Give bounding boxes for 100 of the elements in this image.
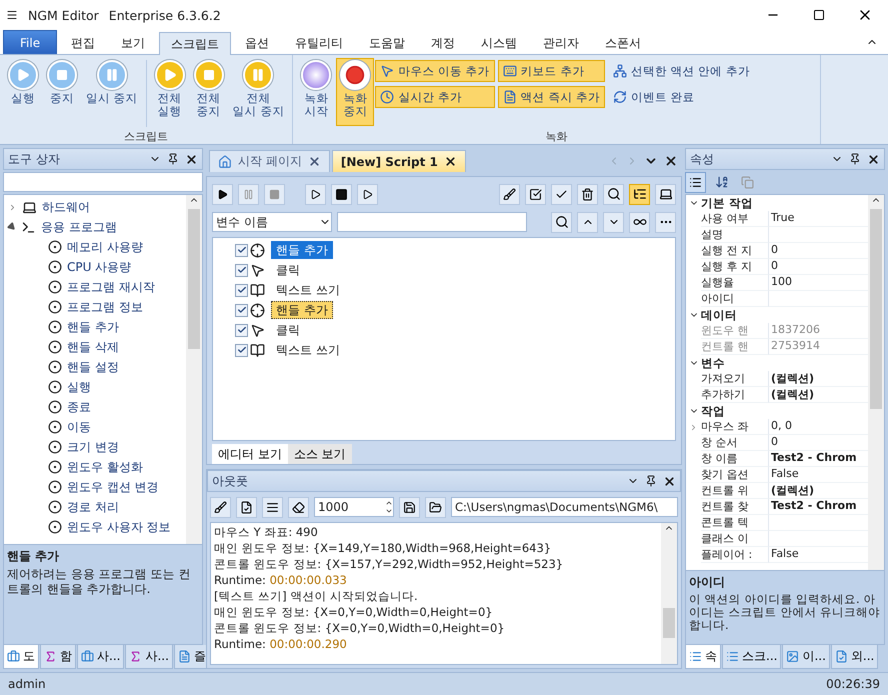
loop-button[interactable] xyxy=(629,212,650,232)
panel-tab[interactable]: 함 xyxy=(40,645,76,669)
pin-icon[interactable] xyxy=(849,153,861,165)
checkbox[interactable] xyxy=(235,304,248,316)
tree-item[interactable]: 이동 xyxy=(4,417,186,437)
ribbon-tab[interactable]: 계정 xyxy=(419,31,468,54)
ribbon-button[interactable]: 일시 중지 xyxy=(82,58,142,126)
search-field[interactable] xyxy=(337,212,527,232)
tree-item[interactable]: 윈도우 캡션 변경 xyxy=(4,477,186,497)
ribbon-button[interactable]: 선택한 액션 안에 추가 xyxy=(608,60,755,82)
ribbon-button[interactable]: 녹화 시작 xyxy=(297,58,336,126)
path-field[interactable]: C:\Users\ngmas\Documents\NGM6\ xyxy=(451,497,678,517)
tree-item[interactable]: 종료 xyxy=(4,397,186,417)
tree-item[interactable]: 실행 xyxy=(4,377,186,397)
run-button[interactable] xyxy=(212,184,233,204)
action-item[interactable]: 텍스트 쓰기 xyxy=(271,281,345,299)
document-tab[interactable]: [New] Script 1 xyxy=(332,150,466,172)
panel-tab[interactable]: 도 xyxy=(3,645,39,669)
scroll-thumb[interactable] xyxy=(663,608,675,638)
laptop-button[interactable] xyxy=(655,184,676,204)
ribbon-button[interactable]: 액션 즉시 추가 xyxy=(498,86,605,108)
ribbon-tab[interactable]: 편집 xyxy=(59,31,108,54)
line-count-field[interactable]: 1000 xyxy=(314,497,394,517)
close-icon[interactable] xyxy=(663,474,676,488)
checkbox[interactable] xyxy=(235,264,248,276)
ribbon-button[interactable]: 마우스 이동 추가 xyxy=(375,60,495,82)
tree-item[interactable]: 크기 변경 xyxy=(4,437,186,457)
view-tab[interactable]: 소스 보기 xyxy=(288,444,352,464)
tree-item[interactable]: 프로그램 재시작 xyxy=(4,277,186,297)
pin-icon[interactable] xyxy=(167,153,179,165)
action-item[interactable]: 핸들 추가 xyxy=(271,301,333,319)
tree-item[interactable]: 핸들 추가 xyxy=(4,317,186,337)
file-menu[interactable]: File xyxy=(3,30,58,54)
run-from-button[interactable] xyxy=(357,184,378,204)
ribbon-button[interactable]: 전체 실행 xyxy=(150,58,189,126)
action-item[interactable]: 텍스트 쓰기 xyxy=(271,341,345,359)
scroll-thumb[interactable] xyxy=(188,209,200,349)
check-button[interactable] xyxy=(525,184,546,204)
tree-item[interactable]: 윈도우 활성화 xyxy=(4,457,186,477)
variable-dropdown[interactable]: 변수 이름 xyxy=(212,212,332,232)
panel-tab[interactable]: 스크... xyxy=(722,645,782,669)
scrollbar[interactable] xyxy=(868,195,884,570)
ribbon-button[interactable]: 중지 xyxy=(43,58,81,126)
tree-item[interactable]: CPU 사용량 xyxy=(4,257,186,277)
ribbon-tab[interactable]: 옵션 xyxy=(233,31,282,54)
clear-button[interactable] xyxy=(210,496,231,518)
ribbon-button[interactable]: 전체 일시 중지 xyxy=(228,58,288,126)
pin-icon[interactable] xyxy=(645,475,657,487)
ribbon-tab[interactable]: 보기 xyxy=(109,31,158,54)
tree-item[interactable]: 응용 프로그램 xyxy=(4,217,186,237)
ribbon-tab[interactable]: 관리자 xyxy=(531,31,592,54)
panel-tab[interactable]: 사... xyxy=(77,645,124,669)
ribbon-button[interactable]: 이벤트 완료 xyxy=(608,86,755,108)
open-button[interactable] xyxy=(425,496,446,518)
close-icon[interactable] xyxy=(867,152,880,166)
scrollbar[interactable] xyxy=(661,523,677,664)
ribbon-tab[interactable]: 스크립트 xyxy=(159,32,232,55)
check-button[interactable] xyxy=(551,184,572,204)
tree-item[interactable]: 핸들 설정 xyxy=(4,357,186,377)
panel-tab[interactable]: 사... xyxy=(125,645,173,669)
save-button[interactable] xyxy=(399,496,420,518)
ribbon-tab[interactable]: 시스템 xyxy=(469,31,530,54)
ribbon-button[interactable]: 녹화 중지 xyxy=(336,58,374,126)
checkbox[interactable] xyxy=(235,244,248,256)
eraser-button[interactable] xyxy=(288,496,309,518)
wrap-button[interactable] xyxy=(262,496,283,518)
checkbox[interactable] xyxy=(235,284,248,296)
menu-icon[interactable] xyxy=(6,9,18,21)
panel-tab[interactable]: 속 xyxy=(685,645,721,669)
tree-view-button[interactable] xyxy=(629,184,650,204)
action-item[interactable]: 핸들 추가 xyxy=(271,241,333,259)
document-tab[interactable]: 시작 페이지 xyxy=(209,150,330,172)
ribbon-tab[interactable]: 스폰서 xyxy=(593,31,654,54)
ribbon-tab[interactable]: 도움말 xyxy=(357,31,418,54)
collapsed-icon[interactable] xyxy=(689,422,698,432)
close-icon[interactable] xyxy=(185,152,198,166)
tree-item[interactable]: 프로그램 정보 xyxy=(4,297,186,317)
close-icon[interactable] xyxy=(664,154,678,168)
delete-button[interactable] xyxy=(577,184,598,204)
action-item[interactable]: 클릭 xyxy=(271,321,305,339)
scroll-thumb[interactable] xyxy=(870,209,882,409)
step-button[interactable] xyxy=(305,184,326,204)
tree-item[interactable]: 메모리 사용량 xyxy=(4,237,186,257)
ribbon-button[interactable]: 전체 중지 xyxy=(190,58,228,126)
panel-tab[interactable]: 이... xyxy=(782,645,830,669)
tree-item[interactable]: 윈도우 사용자 정보 xyxy=(4,517,186,537)
tree-item[interactable]: 하드웨어 xyxy=(4,197,186,217)
tree-item[interactable]: 핸들 삭제 xyxy=(4,337,186,357)
checkbox[interactable] xyxy=(235,344,248,356)
more-button[interactable] xyxy=(655,212,676,232)
up-button[interactable] xyxy=(577,212,598,232)
action-item[interactable]: 클릭 xyxy=(271,261,305,279)
categorized-button[interactable] xyxy=(685,172,706,192)
search-field[interactable] xyxy=(3,172,203,192)
down-button[interactable] xyxy=(603,212,624,232)
checkbox[interactable] xyxy=(235,324,248,336)
ribbon-button[interactable]: 실시간 추가 xyxy=(375,86,495,108)
close-icon[interactable] xyxy=(444,155,457,168)
panel-tab[interactable]: 외... xyxy=(830,645,878,669)
ribbon-button[interactable]: 키보드 추가 xyxy=(498,60,605,82)
